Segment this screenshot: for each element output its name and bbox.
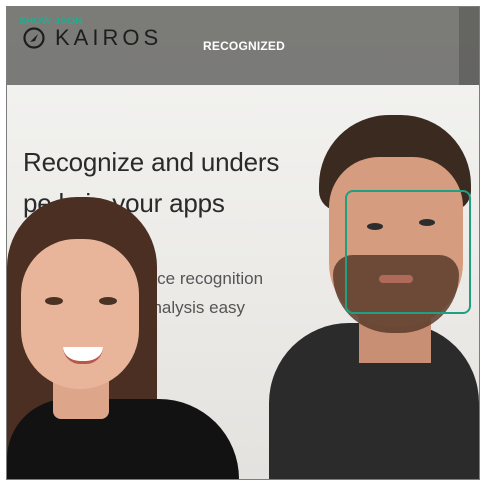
person-left-shirt <box>7 399 239 479</box>
header-right-panel <box>459 7 479 85</box>
poster-subline-2: analysis easy <box>143 298 246 317</box>
poster-subline-1: face recognition <box>143 269 264 288</box>
kairos-logo-icon <box>23 27 45 49</box>
show-json-button[interactable]: SHOW JSON <box>19 16 83 27</box>
brand: KAIROS <box>23 25 162 51</box>
brand-name: KAIROS <box>55 25 163 50</box>
recognition-status: RECOGNIZED <box>203 39 286 53</box>
poster-headline-line1: Recognize and unders <box>23 147 280 177</box>
face-detection-box <box>345 190 471 314</box>
person-left-face <box>21 239 139 389</box>
camera-frame: Recognize and unders pe le in your apps … <box>6 6 480 480</box>
person-left-eye <box>99 297 117 305</box>
header-overlay: KAIROS SHOW JSON RECOGNIZED <box>7 7 479 85</box>
person-left-eye <box>45 297 63 305</box>
